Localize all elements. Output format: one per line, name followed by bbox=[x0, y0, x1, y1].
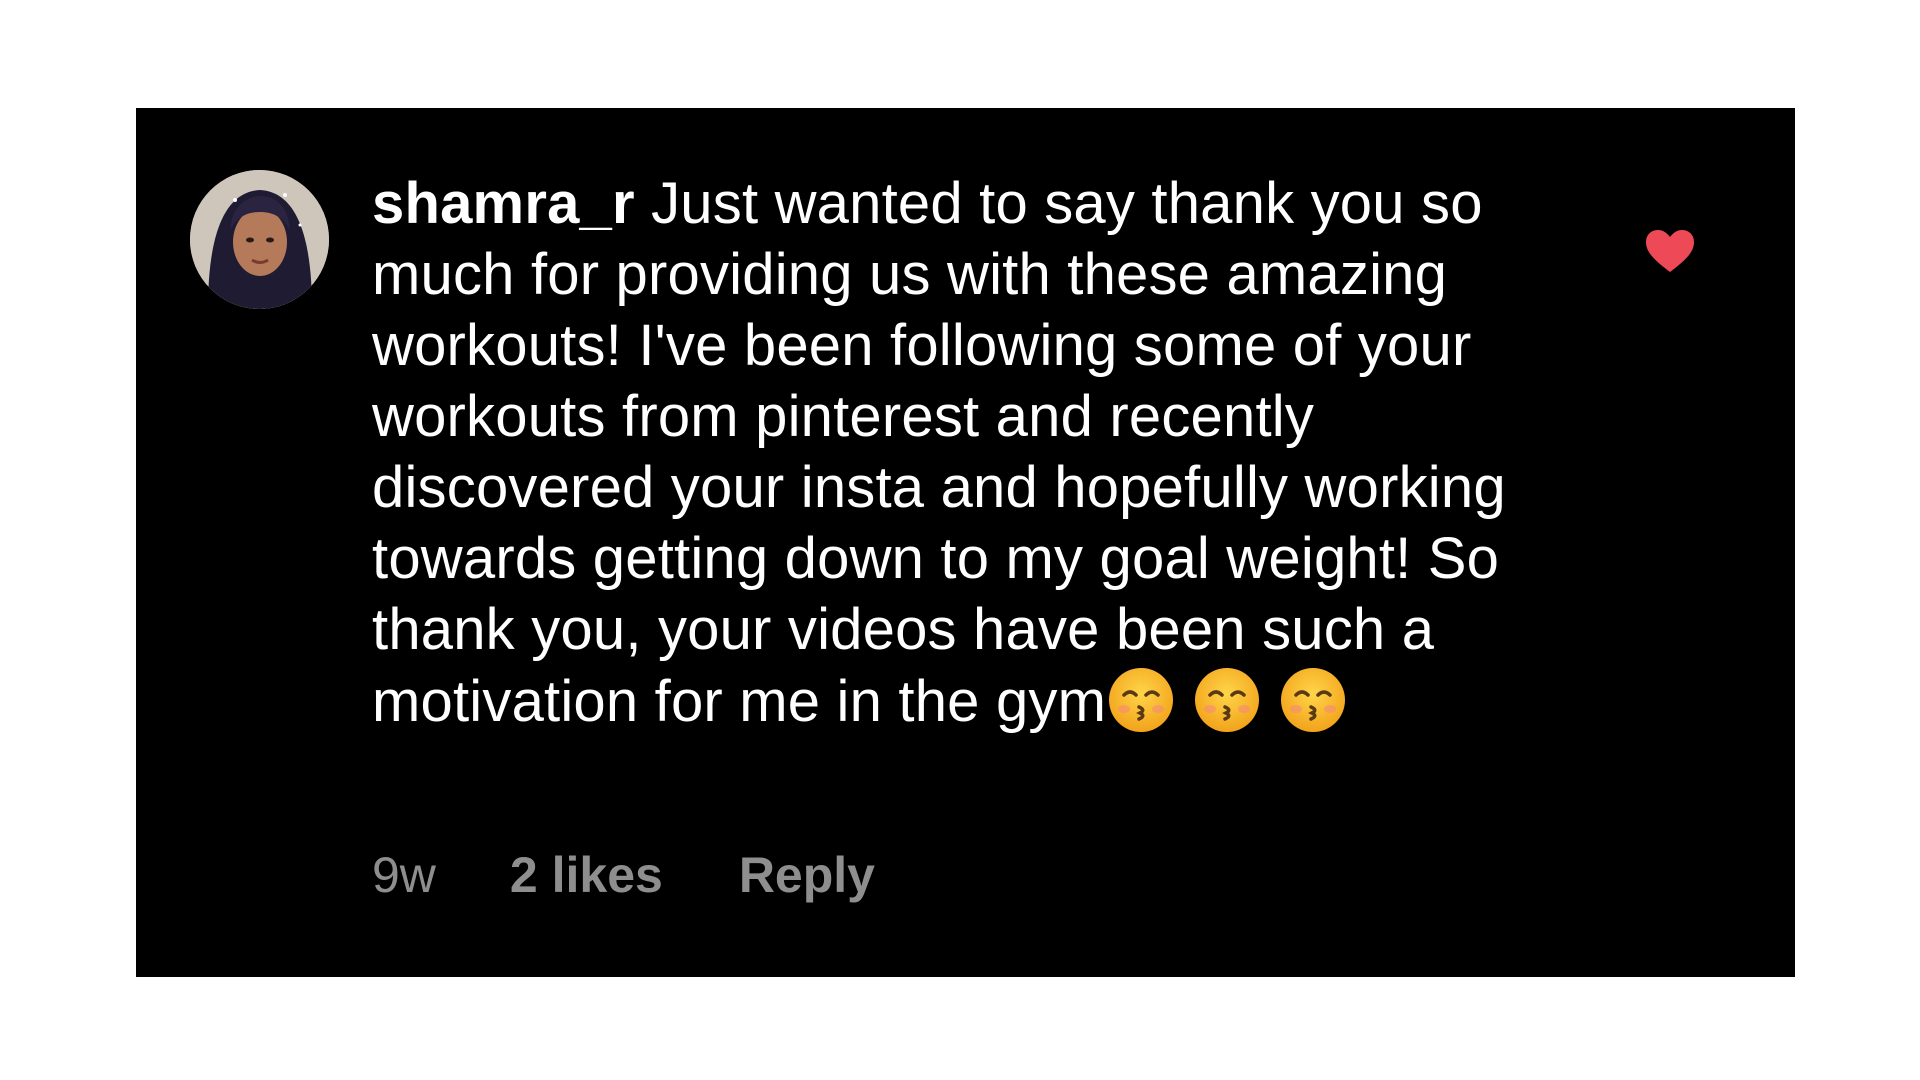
likes-count-link[interactable]: 2 likes bbox=[510, 846, 663, 904]
kissing-face-with-smiling-eyes-icon bbox=[1106, 665, 1176, 735]
kissing-face-with-smiling-eyes-icon bbox=[1192, 665, 1262, 735]
comment-message: Just wanted to say thank you so much for… bbox=[372, 171, 1506, 734]
heart-icon[interactable] bbox=[1644, 228, 1696, 274]
avatar[interactable] bbox=[190, 170, 329, 309]
page: shamra_r Just wanted to say thank you so… bbox=[0, 0, 1920, 1080]
username-link[interactable]: shamra_r bbox=[372, 171, 635, 236]
comment-meta: 9w 2 likes Reply bbox=[372, 846, 875, 904]
comment-card: shamra_r Just wanted to say thank you so… bbox=[136, 108, 1795, 977]
reply-button[interactable]: Reply bbox=[739, 846, 875, 904]
kissing-face-with-smiling-eyes-icon bbox=[1278, 665, 1348, 735]
comment-text: shamra_r Just wanted to say thank you so… bbox=[372, 168, 1512, 737]
timestamp: 9w bbox=[372, 847, 436, 903]
avatar-image bbox=[190, 170, 329, 309]
